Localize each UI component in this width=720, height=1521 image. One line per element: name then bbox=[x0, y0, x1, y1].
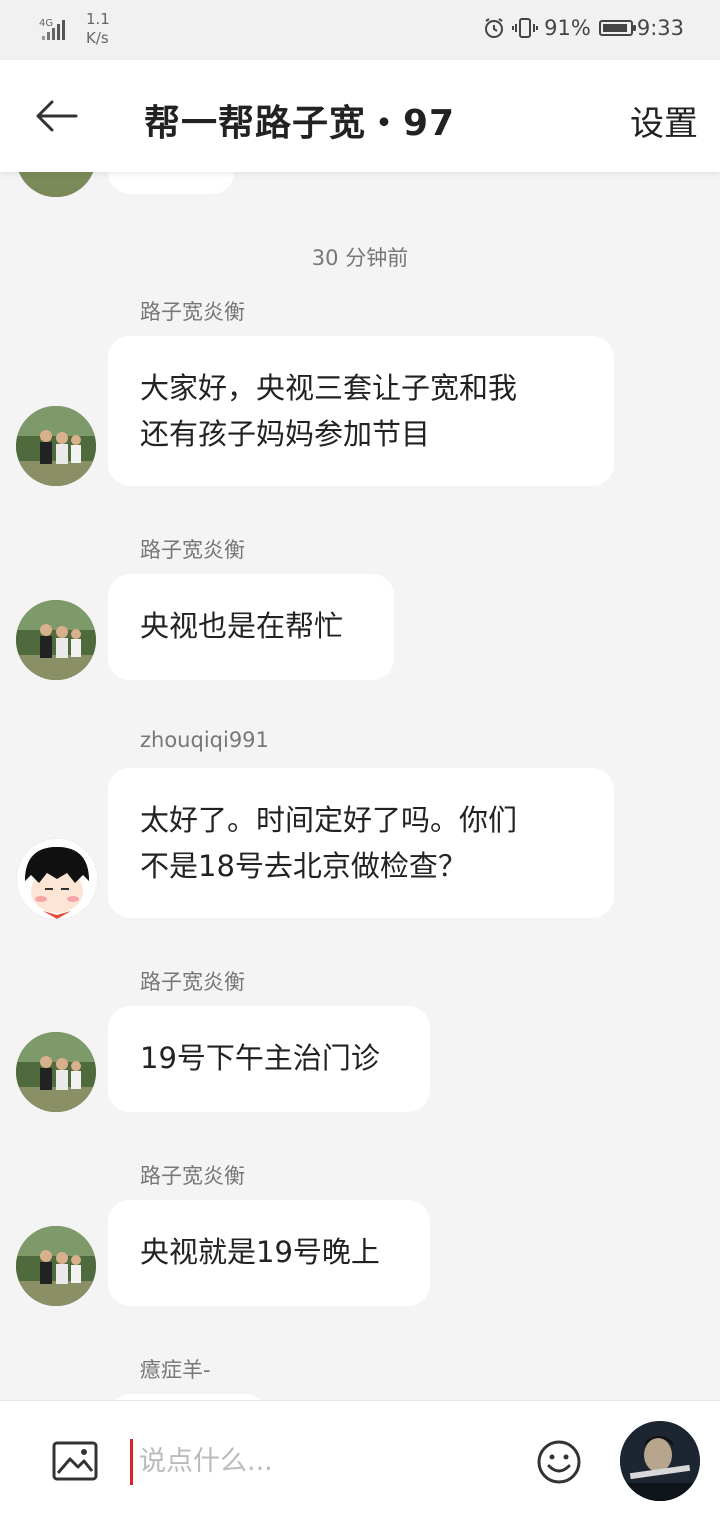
message-line: 不是18号去北京做检查？ bbox=[140, 849, 467, 883]
status-right: 91% 9:33 bbox=[482, 16, 684, 40]
sender-name[interactable]: 癔症羊- bbox=[140, 1354, 211, 1384]
vibrate-icon bbox=[512, 18, 539, 38]
svg-text:4G: 4G bbox=[39, 18, 53, 29]
input-bar: 说点什么... bbox=[0, 1400, 720, 1521]
avatar[interactable] bbox=[16, 1226, 96, 1306]
clock: 9:33 bbox=[636, 16, 684, 40]
chat-bubble: 央视也是在帮忙 bbox=[108, 574, 394, 680]
message-list[interactable]: 30 分钟前 路子宽炎衡 大家好，央视三套让子宽和我 还有孩子妈妈参加节目 路子… bbox=[0, 172, 720, 1400]
network-speed: 1.1 K/s bbox=[86, 10, 110, 48]
sender-name[interactable]: zhouqiqi991 bbox=[140, 728, 269, 752]
chat-bubble: 大家好，央视三套让子宽和我 还有孩子妈妈参加节目 bbox=[108, 336, 614, 486]
message-line: 大家好，央视三套让子宽和我 bbox=[140, 371, 518, 405]
avatar[interactable] bbox=[16, 600, 96, 680]
message-line: 还有孩子妈妈参加节目 bbox=[140, 417, 431, 451]
chat-bubble: 央视就是19号晚上 bbox=[108, 1200, 430, 1306]
avatar[interactable] bbox=[16, 838, 98, 920]
chat-bubble: 19号下午主治门诊 bbox=[108, 1006, 430, 1112]
chat-header: 帮一帮路子宽・97 设置 bbox=[0, 60, 720, 172]
arrow-left-icon[interactable] bbox=[30, 96, 82, 136]
signal-icon: 4G bbox=[39, 18, 65, 40]
speed-unit: K/s bbox=[86, 29, 109, 47]
chat-bubble bbox=[108, 172, 234, 194]
smiley-icon[interactable] bbox=[536, 1439, 582, 1485]
sender-name[interactable]: 路子宽炎衡 bbox=[140, 966, 245, 996]
avatar[interactable] bbox=[16, 1032, 96, 1112]
user-avatar[interactable] bbox=[620, 1421, 700, 1501]
sender-name[interactable]: 路子宽炎衡 bbox=[140, 534, 245, 564]
settings-button[interactable]: 设置 bbox=[630, 96, 698, 145]
sender-name[interactable]: 路子宽炎衡 bbox=[140, 1160, 245, 1190]
alarm-clock-icon bbox=[485, 18, 504, 38]
battery-icon bbox=[598, 20, 636, 36]
message-line: 央视就是19号晚上 bbox=[140, 1235, 380, 1269]
message-line: 央视也是在帮忙 bbox=[140, 609, 344, 643]
sender-name[interactable]: 路子宽炎衡 bbox=[140, 296, 245, 326]
chat-bubble: 太好了。时间定好了吗。你们 不是18号去北京做检查？ bbox=[108, 768, 614, 918]
image-icon[interactable] bbox=[52, 1441, 98, 1481]
message-input[interactable]: 说点什么... bbox=[130, 1439, 519, 1485]
speed-value: 1.1 bbox=[86, 10, 110, 28]
page-title: 帮一帮路子宽・97 bbox=[144, 103, 456, 144]
message-line: 19号下午主治门诊 bbox=[140, 1041, 380, 1075]
battery-fill bbox=[602, 24, 627, 32]
battery-percent: 91% bbox=[544, 16, 591, 40]
message-line: 太好了。时间定好了吗。你们 bbox=[140, 803, 518, 837]
status-bar: 4G 1.1 K/s 91% 9:33 bbox=[0, 0, 720, 60]
message-timestamp: 30 分钟前 bbox=[311, 246, 409, 270]
avatar[interactable] bbox=[16, 406, 96, 486]
avatar[interactable] bbox=[16, 172, 96, 197]
